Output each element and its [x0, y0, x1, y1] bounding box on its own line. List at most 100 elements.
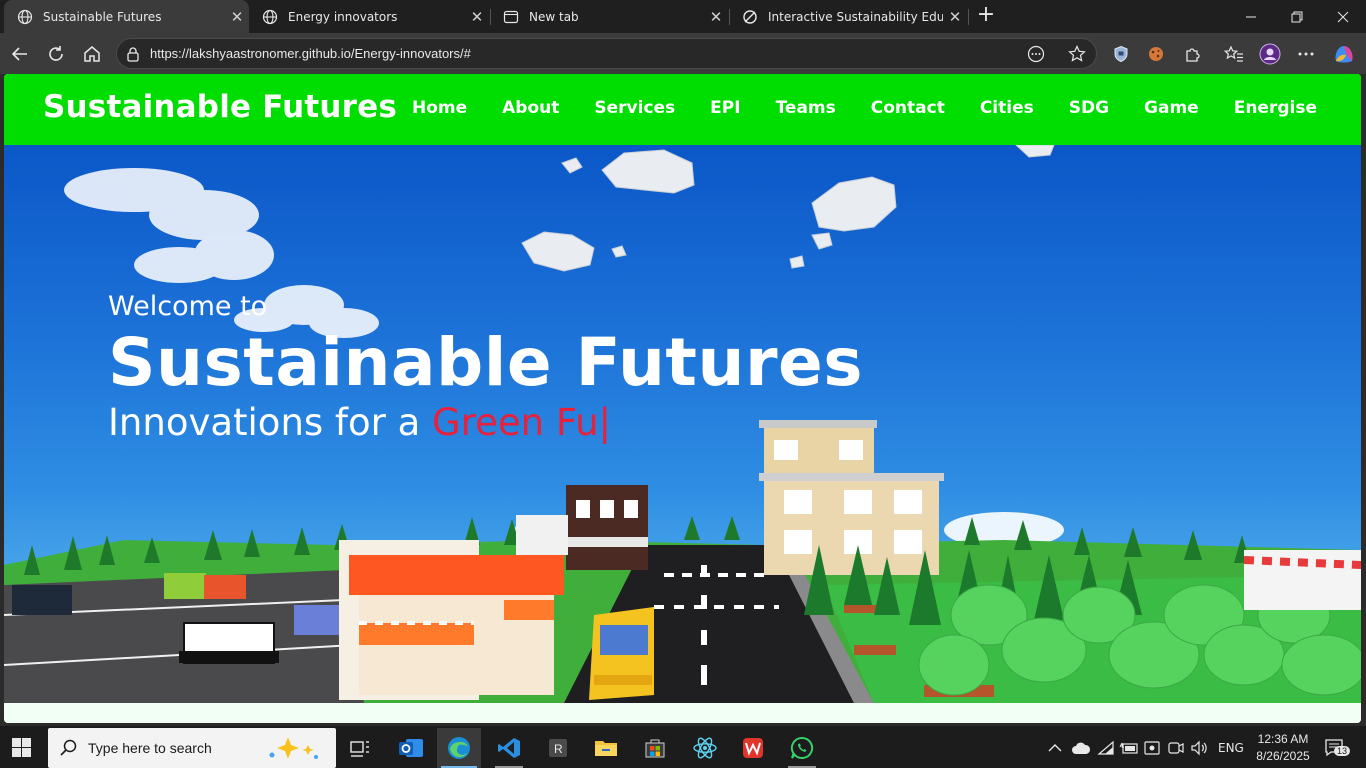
vscode-app[interactable]: [487, 728, 531, 768]
restore-button[interactable]: [1274, 0, 1320, 33]
refresh-button[interactable]: [43, 41, 69, 67]
store-icon: [645, 739, 665, 758]
close-tab-icon[interactable]: ✕: [225, 8, 249, 26]
typing-caret: |: [598, 401, 612, 444]
task-view-button[interactable]: [338, 728, 382, 768]
search-placeholder: Type here to search: [88, 740, 212, 756]
whatsapp-app[interactable]: [780, 728, 824, 768]
cookie-icon: [1149, 47, 1163, 61]
taskbar-clock[interactable]: 12:36 AM 8/26/2025: [1252, 731, 1314, 765]
cookie-extension-button[interactable]: [1145, 43, 1167, 65]
home-button[interactable]: [79, 41, 105, 67]
section-divider: [4, 703, 1361, 723]
shield-extension-button[interactable]: [1110, 43, 1132, 65]
profile-button[interactable]: [1259, 43, 1281, 65]
hero-headline: Sustainable Futures: [108, 324, 864, 401]
web-page: Sustainable Futures Home About Services …: [4, 74, 1361, 723]
outlook-app[interactable]: [389, 728, 433, 768]
nav-link-services[interactable]: Services: [594, 98, 675, 118]
close-tab-icon[interactable]: ✕: [943, 8, 967, 26]
browser-tab-strip: Sustainable Futures ✕ Energy innovators …: [0, 0, 1366, 33]
wps-office-app[interactable]: [731, 728, 775, 768]
tab-sustainable-futures[interactable]: Sustainable Futures ✕: [4, 0, 249, 33]
site-brand[interactable]: Sustainable Futures: [43, 89, 397, 125]
close-icon: [1337, 11, 1349, 22]
windows-taskbar: Type here to search R ENG 12:36 AM 8/26/…: [0, 725, 1366, 768]
vscode-icon: [498, 738, 520, 758]
globe-icon: [262, 9, 278, 24]
file-explorer-app[interactable]: [584, 728, 628, 768]
site-nav-links: Home About Services EPI Teams Contact Ci…: [377, 98, 1317, 118]
tab-new-tab[interactable]: New tab ✕: [490, 0, 728, 33]
lock-icon[interactable]: [126, 46, 140, 62]
camera-icon: [1168, 742, 1184, 754]
notification-center-button[interactable]: 13: [1324, 738, 1351, 762]
r-icon: R: [549, 739, 567, 757]
more-circle-icon: [1027, 45, 1045, 63]
minimize-icon: [1246, 16, 1256, 17]
settings-menu-button[interactable]: [1295, 43, 1317, 65]
volume-button[interactable]: [1190, 738, 1208, 758]
extensions-button[interactable]: [1182, 43, 1204, 65]
meet-now-button[interactable]: [1167, 738, 1185, 758]
close-tab-icon[interactable]: ✕: [465, 8, 489, 26]
browser-toolbar: https://lakshyaastronomer.github.io/Ener…: [0, 33, 1366, 74]
close-window-button[interactable]: [1320, 0, 1366, 33]
tab-interactive-sustainability[interactable]: Interactive Sustainability Educatio ✕: [729, 0, 967, 33]
nav-link-home[interactable]: Home: [412, 98, 467, 118]
new-tab-button[interactable]: +: [975, 4, 997, 28]
avatar: [1259, 43, 1281, 65]
wifi-button[interactable]: [1097, 738, 1115, 758]
back-button[interactable]: [7, 41, 33, 67]
nav-link-teams[interactable]: Teams: [776, 98, 836, 118]
hero-welcome: Welcome to: [108, 291, 268, 322]
minimize-button[interactable]: [1228, 0, 1274, 33]
r-app[interactable]: R: [536, 728, 580, 768]
clock-time: 12:36 AM: [1257, 732, 1309, 746]
whatsapp-icon: [790, 736, 814, 759]
show-hidden-icons-button[interactable]: [1048, 738, 1062, 758]
favorites-button[interactable]: [1223, 43, 1245, 65]
lowpoly-clouds: [521, 145, 1055, 272]
url-text[interactable]: https://lakshyaastronomer.github.io/Ener…: [150, 46, 471, 61]
nav-link-epi[interactable]: EPI: [710, 98, 740, 118]
battery-button[interactable]: [1119, 738, 1139, 758]
close-tab-icon[interactable]: ✕: [704, 8, 728, 26]
taskbar-search[interactable]: Type here to search: [48, 728, 336, 768]
task-view-icon: [350, 741, 369, 757]
sparkle-icon: [269, 737, 318, 759]
browser-viewport: Sustainable Futures Home About Services …: [0, 74, 1366, 725]
hero-section: Welcome to Sustainable Futures Innovatio…: [4, 145, 1361, 703]
site-navbar: Sustainable Futures Home About Services …: [4, 74, 1361, 145]
start-button[interactable]: [12, 738, 32, 762]
notification-badge: 13: [1334, 746, 1351, 756]
restore-icon: [1291, 11, 1303, 22]
star-icon: [1068, 45, 1086, 62]
nav-link-sdg[interactable]: SDG: [1069, 98, 1109, 118]
address-bar[interactable]: https://lakshyaastronomer.github.io/Ener…: [116, 38, 1097, 69]
cloud-icon: [1072, 742, 1091, 754]
copilot-button[interactable]: [1332, 43, 1354, 65]
favorite-button[interactable]: [1066, 44, 1088, 64]
reader-options-button[interactable]: [1025, 44, 1047, 64]
loading-icon: [743, 9, 757, 24]
nav-link-contact[interactable]: Contact: [871, 98, 945, 118]
react-app[interactable]: [683, 728, 727, 768]
tab-energy-innovators[interactable]: Energy innovators ✕: [249, 0, 489, 33]
input-language-button[interactable]: ENG: [1218, 738, 1244, 758]
edge-app[interactable]: [437, 728, 481, 768]
search-icon: [60, 739, 77, 756]
onedrive-button[interactable]: [1071, 738, 1091, 758]
microsoft-store-app[interactable]: [633, 728, 677, 768]
nav-link-cities[interactable]: Cities: [980, 98, 1034, 118]
speaker-icon: [1191, 740, 1207, 756]
nav-link-energise[interactable]: Energise: [1234, 98, 1317, 118]
windows-logo-icon: [12, 738, 31, 757]
chevron-up-icon: [1048, 744, 1062, 752]
folder-icon: [595, 741, 617, 756]
nav-link-game[interactable]: Game: [1144, 98, 1199, 118]
nav-link-about[interactable]: About: [502, 98, 559, 118]
right-shop: [1243, 550, 1361, 610]
device-button[interactable]: [1143, 738, 1161, 758]
edge-icon: [448, 737, 470, 759]
